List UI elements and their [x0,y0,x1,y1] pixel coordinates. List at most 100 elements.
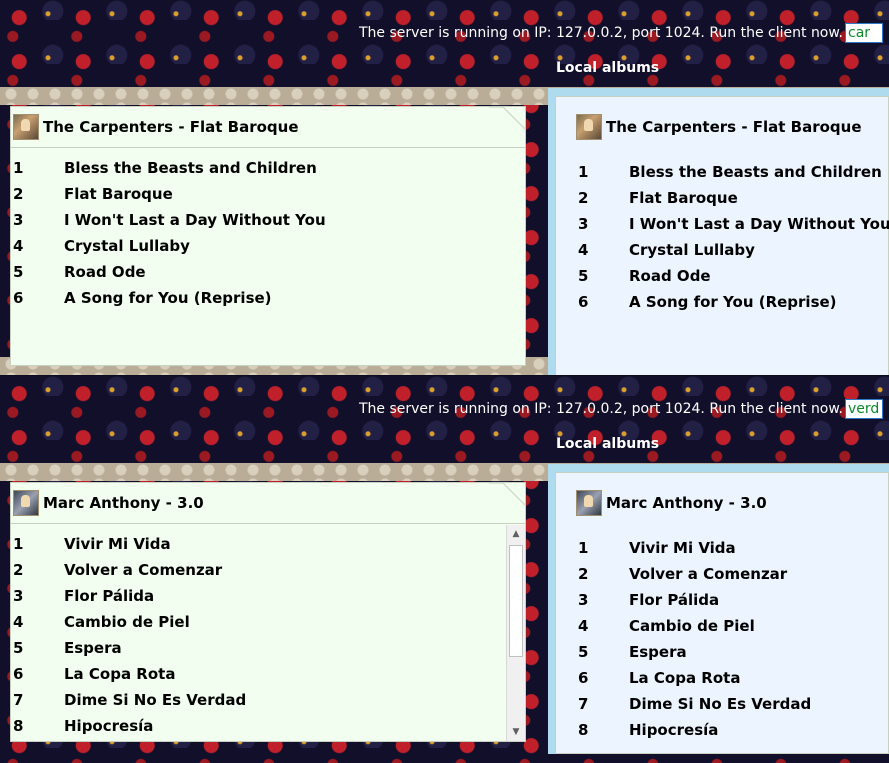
remote-album-card[interactable]: Marc Anthony - 3.0 1 Vivir Mi Vida 2 Volver… [10,482,526,742]
track-number: 3 [578,591,589,609]
track-number: 1 [13,159,24,177]
track-number: 4 [578,617,589,635]
track-row[interactable]: 6 La Copa Rota [11,661,246,687]
track-name: Flor Pálida [64,587,155,605]
track-name: Bless the Beasts and Children [629,163,882,181]
track-name: Volver a Comenzar [64,561,223,579]
track-row[interactable]: 1 Vivir Mi Vida [556,535,811,561]
track-list: 1 Bless the Beasts and Children 2 Flat Baro… [556,159,889,315]
album-title: The Carpenters - Flat Baroque [606,118,862,136]
track-number: 6 [578,293,589,311]
scroll-thumb[interactable] [509,545,523,657]
track-row[interactable]: 4 Crystal Lullaby [556,237,889,263]
track-row[interactable]: 2 Volver a Comenzar [556,561,811,587]
track-row[interactable]: 2 Flat Baroque [11,181,326,207]
track-number: 8 [13,717,24,735]
track-row[interactable]: 4 Cambio de Piel [11,609,246,635]
track-row[interactable]: 5 Espera [556,639,811,665]
app-window-bottom: The server is running on IP: 127.0.0.2, … [0,376,889,763]
scroll-up-arrow-icon[interactable]: ▲ [507,525,525,543]
track-row[interactable]: 6 A Song for You (Reprise) [11,285,326,311]
track-row[interactable]: 6 La Copa Rota [556,665,811,691]
track-name: Flat Baroque [64,185,173,203]
album-title: Marc Anthony - 3.0 [606,494,767,512]
track-number: 2 [578,565,589,583]
album-title: Marc Anthony - 3.0 [43,494,204,512]
track-name: Bless the Beasts and Children [64,159,317,177]
track-row[interactable]: 8 Hipocresía [11,713,246,739]
album-filter-input[interactable] [845,23,883,43]
track-name: Road Ode [629,267,711,285]
track-row[interactable]: 2 Flat Baroque [556,185,889,211]
track-number: 4 [578,241,589,259]
track-row[interactable]: 7 Dime Si No Es Verdad [556,691,811,717]
scroll-down-arrow-icon[interactable]: ▼ [507,723,525,741]
album-cover-icon [13,490,39,516]
track-name: Flat Baroque [629,189,738,207]
track-name: Crystal Lullaby [64,237,190,255]
server-status-text: The server is running on IP: 127.0.0.2, … [358,401,843,417]
track-row[interactable]: 2 Volver a Comenzar [11,557,246,583]
track-number: 4 [13,613,24,631]
track-name: I Won't Last a Day Without You [629,215,889,233]
album-cover-icon [576,490,602,516]
track-row[interactable]: 3 I Won't Last a Day Without You [556,211,889,237]
album-cover-icon [13,114,39,140]
track-name: Vivir Mi Vida [64,535,171,553]
track-name: Crystal Lullaby [629,241,755,259]
track-number: 5 [578,643,589,661]
track-list-scrollbar[interactable]: ▲ ▼ [506,525,525,741]
track-number: 1 [578,163,589,181]
server-status-text: The server is running on IP: 127.0.0.2, … [358,25,843,41]
track-number: 2 [13,185,24,203]
local-album-card[interactable]: The Carpenters - Flat Baroque 1 Bless the… [555,96,889,375]
track-name: Dime Si No Es Verdad [64,691,247,709]
track-number: 7 [578,695,589,713]
track-row[interactable]: 6 A Song for You (Reprise) [556,289,889,315]
track-row[interactable]: 5 Road Ode [11,259,326,285]
local-albums-heading: Local albums [556,60,660,76]
album-header: The Carpenters - Flat Baroque [556,107,888,147]
track-name: Volver a Comenzar [629,565,788,583]
track-name: Espera [629,643,687,661]
local-album-card[interactable]: Marc Anthony - 3.0 1 Vivir Mi Vida 2 Volver… [555,472,889,754]
track-row[interactable]: 1 Bless the Beasts and Children [11,155,326,181]
track-number: 6 [13,665,24,683]
track-row[interactable]: 7 Dime Si No Es Verdad [11,687,246,713]
track-row[interactable]: 8 Hipocresía [556,717,811,743]
track-name: Cambio de Piel [629,617,755,635]
track-number: 3 [13,211,24,229]
tab-corner-icon [489,483,525,506]
track-name: Hipocresía [629,721,719,739]
track-number: 5 [578,267,589,285]
track-list: 1 Bless the Beasts and Children 2 Flat Baro… [11,155,326,311]
track-number: 8 [578,721,589,739]
remote-album-card[interactable]: The Carpenters - Flat Baroque 1 Bless the… [10,106,526,366]
track-name: Hipocresía [64,717,154,735]
track-row[interactable]: 5 Espera [11,635,246,661]
track-row[interactable]: 4 Cambio de Piel [556,613,811,639]
track-number: 6 [13,289,24,307]
track-list: 1 Vivir Mi Vida 2 Volver a Comenzar 3 Flor Pá… [11,531,246,739]
track-row[interactable]: 4 Crystal Lullaby [11,233,326,259]
track-name: Road Ode [64,263,146,281]
track-row[interactable]: 3 Flor Pálida [11,583,246,609]
track-name: La Copa Rota [64,665,176,683]
server-status-bar: The server is running on IP: 127.0.0.2, … [359,398,883,420]
track-name: Cambio de Piel [64,613,190,631]
track-row[interactable]: 3 Flor Pálida [556,587,811,613]
album-filter-input[interactable] [845,399,883,419]
track-number: 2 [578,189,589,207]
track-row[interactable]: 1 Bless the Beasts and Children [556,159,889,185]
track-name: La Copa Rota [629,669,741,687]
album-header: The Carpenters - Flat Baroque [11,107,525,148]
track-row[interactable]: 1 Vivir Mi Vida [11,531,246,557]
track-name: A Song for You (Reprise) [629,293,837,311]
album-header: Marc Anthony - 3.0 [556,483,888,523]
track-row[interactable]: 3 I Won't Last a Day Without You [11,207,326,233]
track-number: 3 [13,587,24,605]
track-row[interactable]: 5 Road Ode [556,263,889,289]
track-number: 2 [13,561,24,579]
track-number: 7 [13,691,24,709]
local-albums-heading: Local albums [556,436,660,452]
